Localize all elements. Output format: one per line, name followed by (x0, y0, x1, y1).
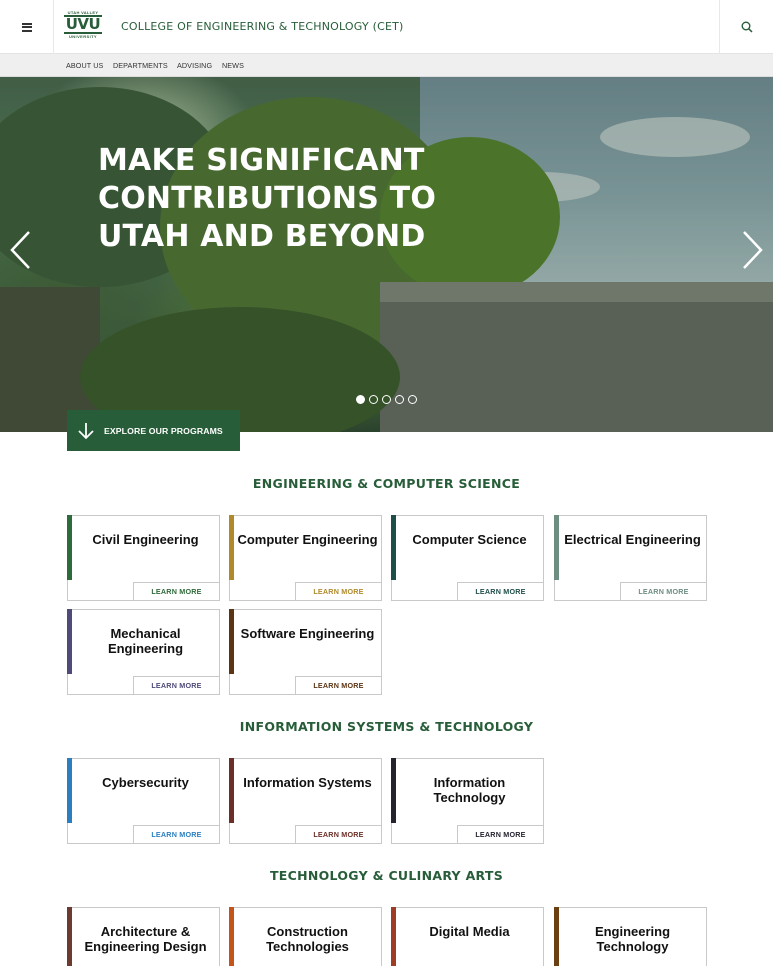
learn-more-button[interactable]: LEARN MORE (133, 582, 220, 601)
learn-more-button[interactable]: LEARN MORE (295, 582, 382, 601)
program-name: Civil Engineering (92, 532, 199, 547)
program-name: Engineering Technology (594, 924, 671, 954)
arrow-down-icon (78, 422, 94, 439)
hamburger-icon (21, 22, 32, 32)
program-card-digital-media[interactable]: Digital Media (391, 907, 544, 966)
search-button[interactable] (719, 0, 773, 54)
learn-more-button[interactable]: LEARN MORE (620, 582, 707, 601)
explore-programs-label: EXPLORE OUR PROGRAMS (104, 425, 223, 436)
menu-button[interactable] (0, 0, 54, 54)
card-accent-bar (554, 907, 559, 966)
card-accent-bar (67, 758, 72, 823)
section-heading-technology-culinary: TECHNOLOGY & CULINARY ARTS (269, 868, 504, 883)
learn-more-button[interactable]: LEARN MORE (133, 825, 220, 844)
search-icon (741, 21, 753, 33)
card-accent-bar (67, 515, 72, 580)
slide-dot-1[interactable] (356, 395, 365, 404)
section-heading-information-systems: INFORMATION SYSTEMS & TECHNOLOGY (239, 719, 534, 734)
slide-dot-2[interactable] (369, 395, 378, 404)
program-card-engineering-technology[interactable]: Engineering Technology (554, 907, 707, 966)
learn-more-button[interactable]: LEARN MORE (295, 825, 382, 844)
card-accent-bar (229, 907, 234, 966)
program-card-computer-engineering[interactable]: Computer Engineering LEARN MORE (229, 515, 382, 601)
program-name: Software Engineering (240, 626, 375, 641)
program-name: Architecture & Engineering Design (84, 924, 207, 954)
uvu-logo[interactable]: UTAH VALLEY UVU UNIVERSITY (64, 10, 102, 44)
prev-slide-arrow-icon[interactable] (7, 227, 33, 273)
card-accent-bar (391, 758, 396, 823)
program-name: Information Technology (433, 775, 506, 805)
slide-indicators (356, 395, 417, 404)
learn-more-button[interactable]: LEARN MORE (457, 582, 544, 601)
card-accent-bar (554, 515, 559, 580)
program-name: Mechanical Engineering (107, 626, 184, 656)
program-card-electrical-engineering[interactable]: Electrical Engineering LEARN MORE (554, 515, 707, 601)
card-accent-bar (229, 515, 234, 580)
program-name: Computer Science (412, 532, 527, 547)
slide-dot-5[interactable] (408, 395, 417, 404)
program-card-software-engineering[interactable]: Software Engineering LEARN MORE (229, 609, 382, 695)
program-name: Electrical Engineering (564, 532, 701, 547)
hero-slideshow: MAKE SIGNIFICANT CONTRIBUTIONS TO UTAH A… (0, 77, 773, 432)
hero-title: MAKE SIGNIFICANT CONTRIBUTIONS TO UTAH A… (98, 143, 437, 254)
program-card-civil-engineering[interactable]: Civil Engineering LEARN MORE (67, 515, 220, 601)
program-card-construction-technologies[interactable]: Construction Technologies (229, 907, 382, 966)
card-accent-bar (67, 609, 72, 674)
program-card-information-systems[interactable]: Information Systems LEARN MORE (229, 758, 382, 844)
card-accent-bar (391, 515, 396, 580)
card-accent-bar (229, 758, 234, 823)
subnav-advising[interactable]: ADVISING (177, 61, 212, 70)
site-header: UTAH VALLEY UVU UNIVERSITY COLLEGE OF EN… (0, 0, 773, 54)
program-name: Information Systems (243, 775, 372, 790)
program-name: Construction Technologies (266, 924, 349, 954)
card-accent-bar (229, 609, 234, 674)
learn-more-button[interactable]: LEARN MORE (295, 676, 382, 695)
program-card-architecture-engineering-design[interactable]: Architecture & Engineering Design (67, 907, 220, 966)
learn-more-button[interactable]: LEARN MORE (457, 825, 544, 844)
program-card-computer-science[interactable]: Computer Science LEARN MORE (391, 515, 544, 601)
section-heading-engineering: ENGINEERING & COMPUTER SCIENCE (252, 476, 521, 491)
card-accent-bar (67, 907, 72, 966)
card-accent-bar (391, 907, 396, 966)
explore-programs-button[interactable]: EXPLORE OUR PROGRAMS (67, 410, 240, 451)
subnav-departments[interactable]: DEPARTMENTS (113, 61, 168, 70)
next-slide-arrow-icon[interactable] (740, 227, 766, 273)
program-card-mechanical-engineering[interactable]: Mechanical Engineering LEARN MORE (67, 609, 220, 695)
subnav-about-us[interactable]: ABOUT US (66, 61, 103, 70)
program-name: Computer Engineering (237, 532, 378, 547)
slide-dot-4[interactable] (395, 395, 404, 404)
program-card-cybersecurity[interactable]: Cybersecurity LEARN MORE (67, 758, 220, 844)
program-name: Digital Media (429, 924, 510, 939)
site-title[interactable]: COLLEGE OF ENGINEERING & TECHNOLOGY (CET… (121, 20, 404, 33)
slide-dot-3[interactable] (382, 395, 391, 404)
program-card-information-technology[interactable]: Information Technology LEARN MORE (391, 758, 544, 844)
sub-navigation: ABOUT US DEPARTMENTS ADVISING NEWS (0, 54, 773, 77)
program-name: Cybersecurity (102, 775, 189, 790)
learn-more-button[interactable]: LEARN MORE (133, 676, 220, 695)
subnav-news[interactable]: NEWS (222, 61, 244, 70)
